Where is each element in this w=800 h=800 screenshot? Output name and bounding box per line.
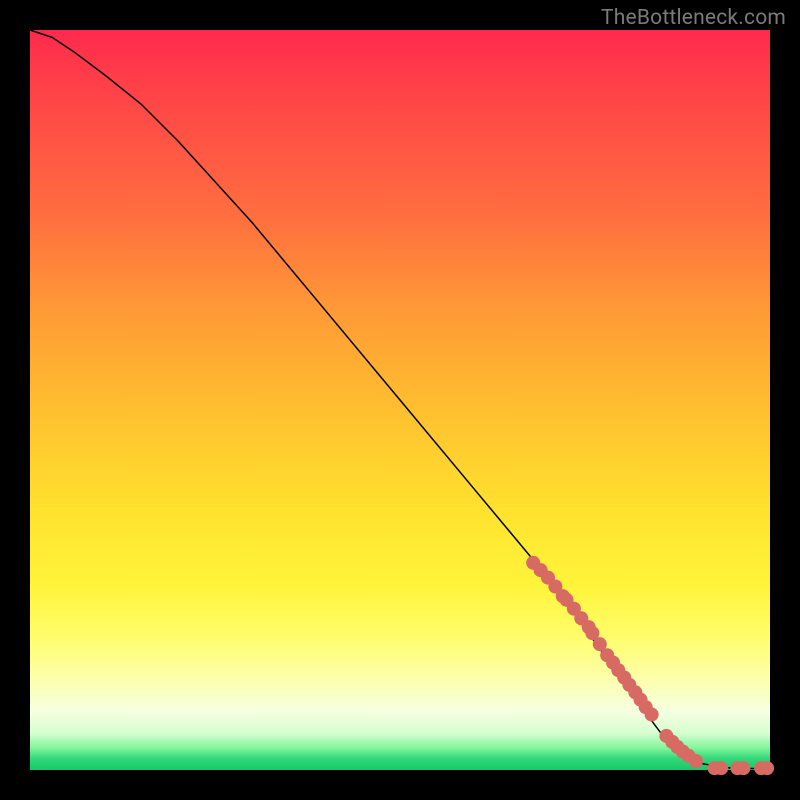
- data-point: [645, 707, 659, 721]
- plot-area: [30, 30, 770, 770]
- chart-curve: [30, 30, 770, 769]
- data-point: [736, 761, 750, 775]
- watermark-text: TheBottleneck.com: [601, 6, 786, 30]
- data-point: [760, 761, 774, 775]
- chart-dots: [526, 556, 774, 775]
- data-point: [714, 761, 728, 775]
- outer-frame: TheBottleneck.com: [0, 0, 800, 800]
- data-point: [689, 754, 703, 768]
- chart-svg: [30, 30, 770, 770]
